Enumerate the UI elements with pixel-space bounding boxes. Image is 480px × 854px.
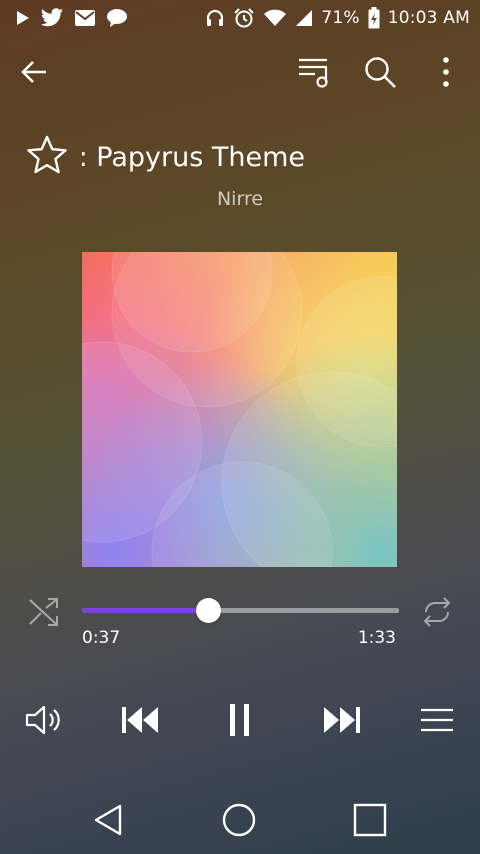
skip-previous-icon: [120, 705, 160, 735]
battery-charging-icon: [368, 7, 380, 29]
current-time: 0:37: [82, 628, 121, 648]
nav-back-icon: [92, 803, 124, 837]
nav-home-button[interactable]: [217, 798, 261, 842]
seek-bar-thumb[interactable]: [196, 598, 222, 623]
repeat-button[interactable]: [418, 594, 456, 630]
back-button[interactable]: [16, 54, 52, 90]
more-vert-icon: [442, 57, 450, 87]
volume-icon: [24, 703, 64, 737]
system-icons: 71% 10:03 AM: [205, 6, 470, 30]
favorite-button[interactable]: [26, 134, 68, 176]
chat-icon: [106, 8, 128, 28]
playlist-button[interactable]: [416, 698, 458, 742]
skip-next-icon: [322, 705, 362, 735]
next-button[interactable]: [318, 698, 366, 742]
battery-percent: 71%: [321, 8, 360, 28]
more-options-button[interactable]: [428, 54, 464, 90]
mail-icon: [74, 9, 96, 27]
nav-recents-button[interactable]: [348, 798, 392, 842]
volume-button[interactable]: [22, 698, 66, 742]
track-title: e: Papyrus Theme: [82, 142, 306, 173]
seek-bar-progress: [82, 608, 209, 613]
star-outline-icon: [26, 134, 68, 176]
queue-button[interactable]: [296, 54, 332, 90]
total-time: 1:33: [357, 628, 396, 648]
pause-button[interactable]: [218, 698, 262, 742]
nav-back-button[interactable]: [86, 798, 130, 842]
alarm-icon: [233, 7, 255, 29]
seek-bar[interactable]: [82, 598, 399, 623]
album-art: [82, 252, 397, 567]
headphones-icon: [205, 8, 225, 28]
track-artist: Nirre: [216, 188, 264, 210]
repeat-icon: [418, 594, 456, 630]
pause-icon: [228, 703, 252, 737]
signal-icon: [295, 9, 313, 27]
arrow-left-icon: [20, 60, 48, 84]
play-store-icon: [16, 10, 30, 26]
clock: 10:03 AM: [387, 8, 470, 28]
wifi-icon: [263, 9, 287, 27]
search-icon: [363, 55, 397, 89]
track-title-marquee: e: Papyrus Theme: [82, 136, 462, 180]
nav-home-icon: [221, 802, 257, 838]
nav-recents-icon: [353, 803, 387, 837]
twitter-icon: [40, 8, 64, 28]
previous-button[interactable]: [116, 698, 164, 742]
menu-icon: [420, 707, 454, 733]
shuffle-button[interactable]: [26, 594, 62, 630]
status-bar: 71% 10:03 AM: [0, 0, 480, 36]
music-player-screen: 71% 10:03 AM e: Papyrus Theme Nirre 0:37…: [0, 0, 480, 854]
playlist-icon: [297, 56, 331, 88]
notification-icons: [16, 6, 128, 30]
shuffle-icon: [26, 594, 62, 630]
toolbar: [0, 46, 480, 98]
search-button[interactable]: [362, 54, 398, 90]
